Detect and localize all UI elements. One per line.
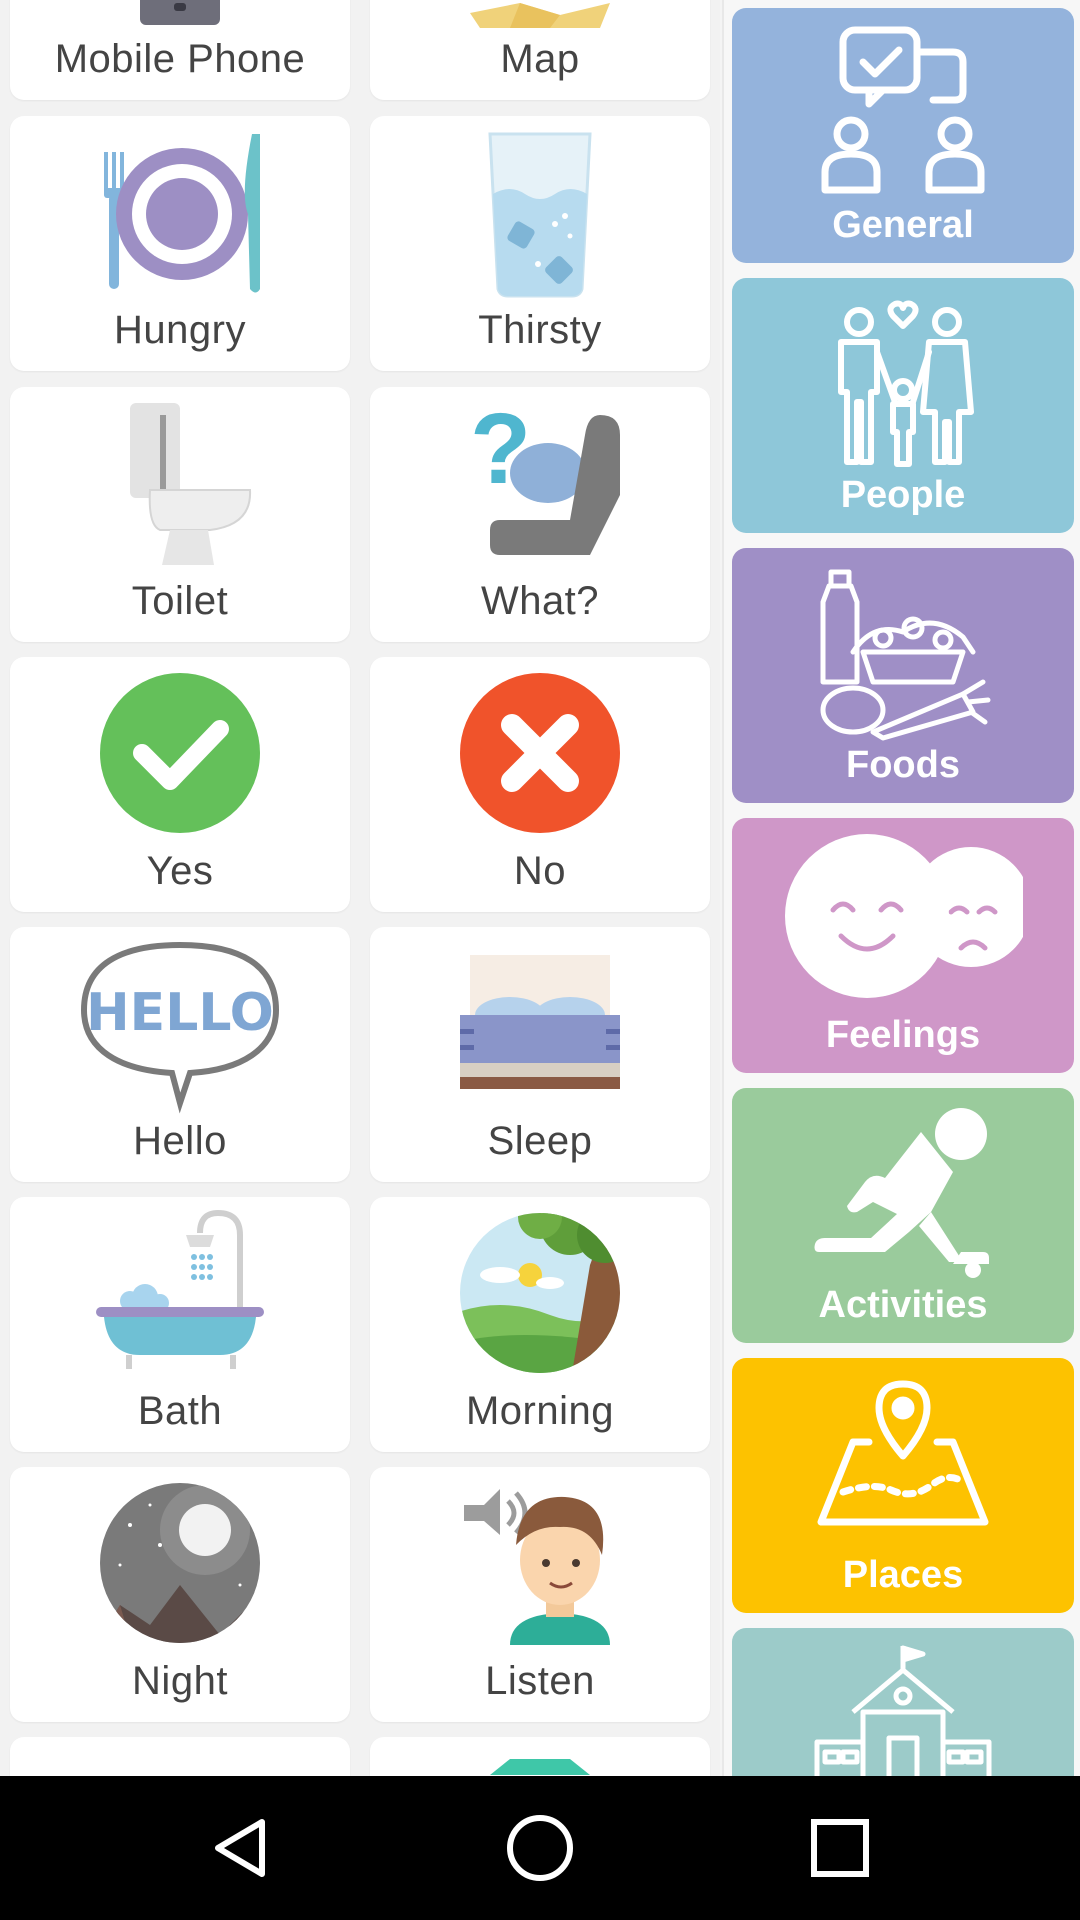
faces-icon: [785, 834, 1023, 998]
tile-listen[interactable]: Listen: [370, 1467, 710, 1722]
bathtub-icon: [96, 1209, 264, 1369]
tile-map[interactable]: Map: [370, 0, 710, 100]
phrase-grid: Mobile Phone Map Hungry Thirsty Toilet ?…: [0, 0, 720, 1776]
category-label: Places: [842, 1554, 964, 1596]
tile-sleep[interactable]: Sleep: [370, 927, 710, 1182]
tile-thirsty[interactable]: Thirsty: [370, 116, 710, 371]
category-general[interactable]: General: [732, 8, 1074, 263]
tile-label: No: [513, 849, 567, 893]
category-school[interactable]: [732, 1628, 1074, 1776]
family-icon: [838, 300, 974, 467]
groceries-icon: [820, 569, 991, 741]
category-label: Activities: [818, 1284, 988, 1326]
tile-label: Morning: [465, 1389, 614, 1433]
cross-icon: [460, 673, 620, 833]
tile-label: Bath: [137, 1389, 223, 1433]
gem-icon: [490, 1759, 590, 1775]
morning-landscape-icon: [460, 1213, 620, 1373]
back-icon[interactable]: [200, 1808, 280, 1888]
night-moon-icon: [100, 1483, 260, 1643]
tile-yes[interactable]: Yes: [10, 657, 350, 912]
child-playing-icon: [814, 1108, 989, 1278]
tile-hungry[interactable]: Hungry: [10, 116, 350, 371]
map-icon: [470, 3, 610, 28]
glass-of-water-icon: [488, 132, 592, 298]
tile-label: Mobile Phone: [54, 37, 306, 81]
tile-mobile-phone[interactable]: Mobile Phone: [10, 0, 350, 100]
category-label: Foods: [846, 744, 960, 786]
system-navigation-bar: [0, 1776, 1080, 1920]
listening-boy-icon: [464, 1489, 610, 1645]
hello-speech-bubble-icon: HELLO: [80, 941, 280, 1114]
category-sidebar: General People Foods Feelings Activities…: [724, 0, 1080, 1776]
tile-label: Hungry: [114, 308, 246, 352]
recents-icon[interactable]: [800, 1808, 880, 1888]
tile-label: Thirsty: [478, 308, 602, 352]
plate-cutlery-icon: [104, 134, 260, 293]
tile-partial[interactable]: [370, 1737, 710, 1776]
bed-icon: [460, 955, 620, 1089]
category-foods[interactable]: Foods: [732, 548, 1074, 803]
tile-label: Toilet: [131, 579, 229, 623]
tile-label: Map: [500, 37, 580, 81]
category-label: Feelings: [825, 1014, 981, 1056]
tile-night[interactable]: Night: [10, 1467, 350, 1722]
tile-toilet[interactable]: Toilet: [10, 387, 350, 642]
category-feelings[interactable]: Feelings: [732, 818, 1074, 1073]
category-label: People: [840, 474, 966, 516]
tile-partial[interactable]: [10, 1737, 350, 1776]
tile-morning[interactable]: Morning: [370, 1197, 710, 1452]
tile-label: Yes: [146, 849, 214, 893]
tile-label: What?: [480, 579, 600, 623]
question-seat-icon: ?: [470, 395, 620, 555]
category-label: General: [832, 204, 974, 246]
people-chat-icon: [821, 26, 985, 194]
toilet-icon: [130, 403, 252, 565]
svg-text:HELLO: HELLO: [86, 983, 274, 1043]
category-places[interactable]: Places: [732, 1358, 1074, 1613]
home-icon[interactable]: [500, 1808, 580, 1888]
category-activities[interactable]: Activities: [732, 1088, 1074, 1343]
tile-what[interactable]: ? What?: [370, 387, 710, 642]
school-building-icon: [814, 1645, 992, 1776]
tile-label: Sleep: [487, 1119, 593, 1163]
tile-label: Hello: [133, 1119, 227, 1163]
category-people[interactable]: People: [732, 278, 1074, 533]
tile-bath[interactable]: Bath: [10, 1197, 350, 1452]
map-pin-icon: [817, 1380, 989, 1526]
tile-label: Night: [132, 1659, 228, 1703]
tile-label: Listen: [485, 1659, 595, 1703]
tile-hello[interactable]: HELLO Hello: [10, 927, 350, 1182]
mobile-phone-icon: [140, 0, 220, 25]
tile-no[interactable]: No: [370, 657, 710, 912]
checkmark-icon: [100, 673, 260, 833]
